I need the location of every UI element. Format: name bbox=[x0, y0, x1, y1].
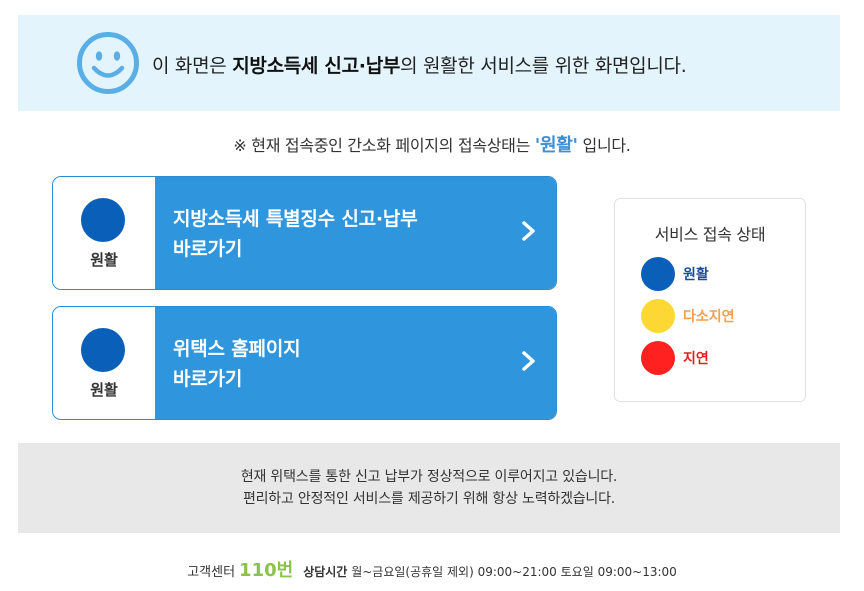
card-status-label: 원활 bbox=[90, 251, 118, 269]
card-title-line2: 바로가기 bbox=[173, 238, 243, 260]
notice-line1: 현재 위택스를 통한 신고 납부가 정상적으로 이루어지고 있습니다. bbox=[240, 469, 618, 485]
connection-status-line: ※ 현재 접속중인 간소화 페이지의 접속상태는 '원활' 입니다. bbox=[0, 131, 864, 157]
banner-prefix: 이 화면은 bbox=[152, 55, 233, 77]
legend-item-slight-delay: 다소지연 bbox=[641, 299, 735, 333]
card-status: 원활 bbox=[53, 307, 155, 419]
service-status-legend: 서비스 접속 상태 원활 다소지연 지연 bbox=[614, 198, 806, 402]
legend-item-label: 지연 bbox=[683, 351, 709, 367]
banner-service-name: 지방소득세 신고·납부 bbox=[232, 55, 401, 77]
wetax-homepage-shortcut-button[interactable]: 원활 위택스 홈페이지 바로가기 bbox=[52, 306, 557, 420]
customer-center-phone: 110번 bbox=[239, 560, 294, 581]
consult-hours: 월~금요일(공휴일 제외) 09:00~21:00 토요일 09:00~13:0… bbox=[351, 565, 677, 579]
connection-status-value: '원활' bbox=[534, 135, 578, 156]
smiley-face-icon bbox=[77, 32, 139, 94]
consult-hours-label: 상담시간 bbox=[303, 565, 348, 579]
special-withholding-shortcut-button[interactable]: 원활 지방소득세 특별징수 신고·납부 바로가기 bbox=[52, 176, 557, 290]
legend-item-delay: 지연 bbox=[641, 341, 709, 375]
legend-item-label: 다소지연 bbox=[683, 309, 735, 325]
status-dot bbox=[81, 328, 125, 372]
legend-title: 서비스 접속 상태 bbox=[654, 225, 766, 244]
status-line-suffix: 입니다. bbox=[577, 136, 631, 155]
card-title-line2: 바로가기 bbox=[173, 368, 243, 390]
card-link-body[interactable]: 위택스 홈페이지 바로가기 bbox=[155, 307, 556, 419]
notice-line2: 편리하고 안정적인 서비스를 제공하기 위해 항상 노력하겠습니다. bbox=[242, 491, 616, 507]
chevron-right-icon bbox=[522, 351, 535, 371]
info-banner: 이 화면은 지방소득세 신고·납부의 원활한 서비스를 위한 화면입니다. bbox=[18, 15, 840, 111]
service-notice: 현재 위택스를 통한 신고 납부가 정상적으로 이루어지고 있습니다. 편리하고… bbox=[18, 443, 840, 533]
customer-center-label: 고객센터 bbox=[187, 565, 236, 580]
card-status: 원활 bbox=[53, 177, 155, 289]
status-dot bbox=[641, 299, 675, 333]
legend-item-smooth: 원활 bbox=[641, 257, 709, 291]
status-dot bbox=[641, 257, 675, 291]
card-title-line1: 지방소득세 특별징수 신고·납부 bbox=[173, 208, 418, 230]
card-status-label: 원활 bbox=[90, 381, 118, 399]
status-dot bbox=[641, 341, 675, 375]
card-link-body[interactable]: 지방소득세 특별징수 신고·납부 바로가기 bbox=[155, 177, 556, 289]
card-title-line1: 위택스 홈페이지 bbox=[173, 338, 301, 360]
banner-suffix: 의 원활한 서비스를 위한 화면입니다. bbox=[400, 55, 687, 77]
legend-item-label: 원활 bbox=[683, 267, 709, 283]
chevron-right-icon bbox=[522, 221, 535, 241]
customer-center-footer: 고객센터 110번 상담시간 월~금요일(공휴일 제외) 09:00~21:00 토… bbox=[0, 556, 864, 582]
status-dot bbox=[81, 198, 125, 242]
banner-text: 이 화면은 지방소득세 신고·납부의 원활한 서비스를 위한 화면입니다. bbox=[152, 51, 687, 78]
status-line-prefix: ※ 현재 접속중인 간소화 페이지의 접속상태는 bbox=[233, 136, 535, 155]
